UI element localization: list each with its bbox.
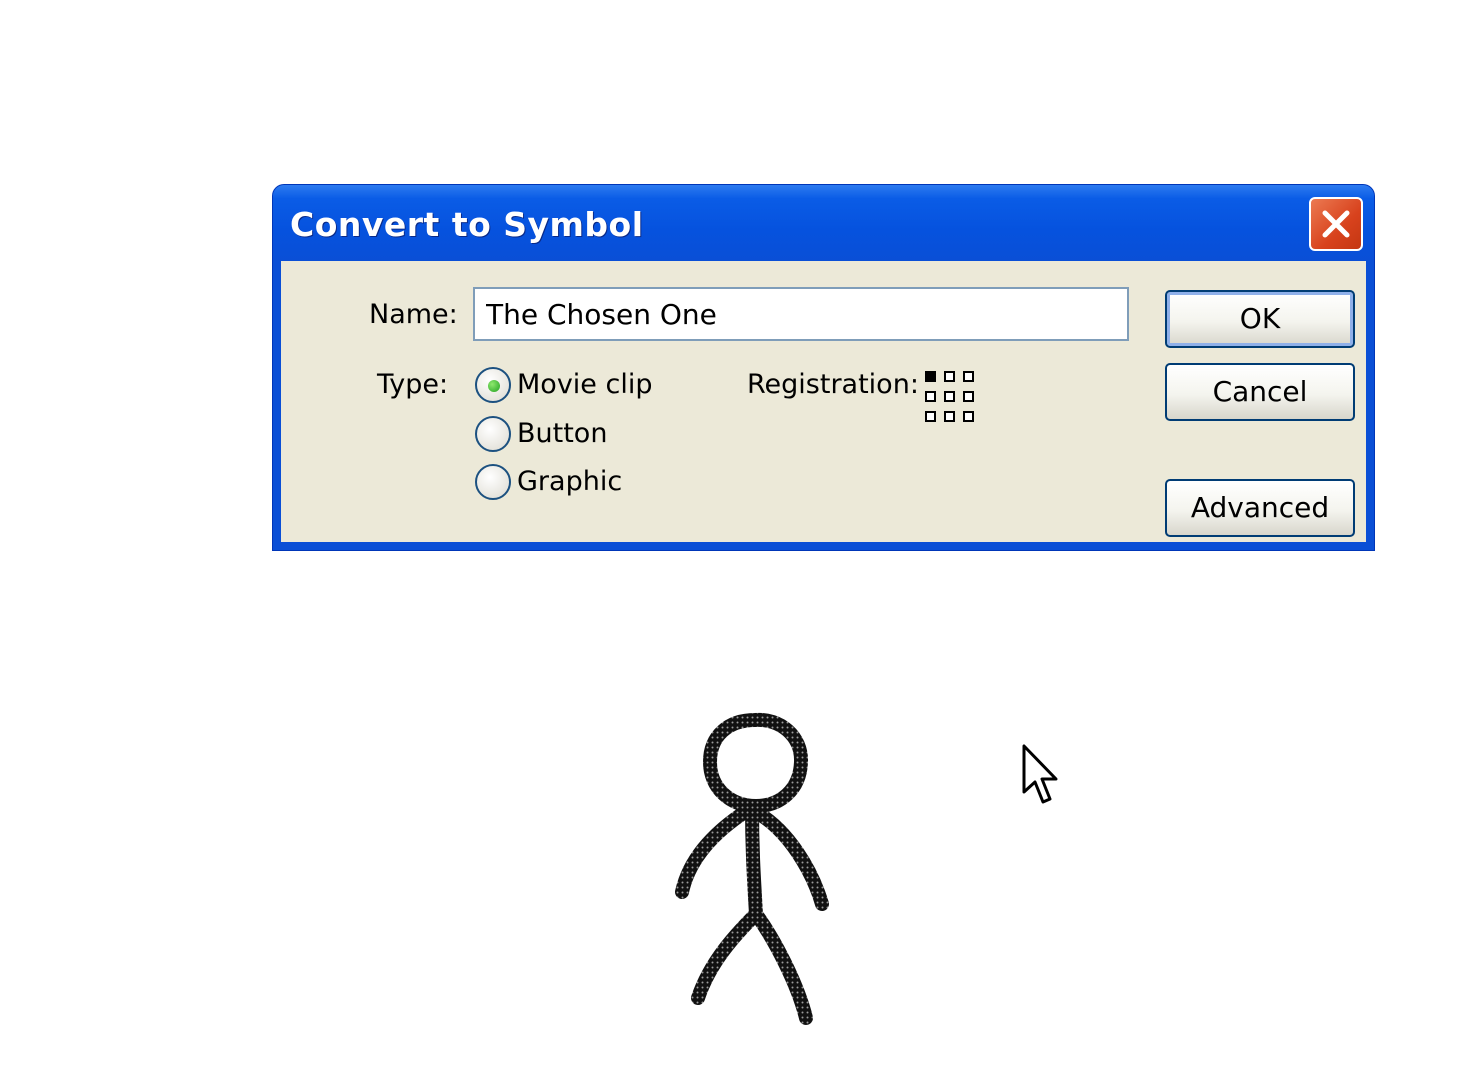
ok-button[interactable]: OK xyxy=(1165,290,1355,348)
radio-label-graphic[interactable]: Graphic xyxy=(517,466,622,497)
registration-point-bottom-left[interactable] xyxy=(925,411,936,422)
registration-point-top-center[interactable] xyxy=(944,371,955,382)
type-label: Type: xyxy=(377,369,449,400)
cancel-button[interactable]: Cancel xyxy=(1165,363,1355,421)
stick-figure[interactable] xyxy=(660,700,850,1040)
registration-grid-icon[interactable] xyxy=(925,371,977,423)
mouse-pointer-icon xyxy=(1022,744,1058,804)
dialog-body: Name: Type: Movie clip Button Graphic Re… xyxy=(281,261,1366,542)
registration-point-middle-right[interactable] xyxy=(963,391,974,402)
registration-point-top-right[interactable] xyxy=(963,371,974,382)
radio-button[interactable] xyxy=(475,416,511,452)
close-icon xyxy=(1322,210,1350,238)
registration-point-bottom-right[interactable] xyxy=(963,411,974,422)
radio-selected-dot xyxy=(488,380,500,392)
name-label: Name: xyxy=(369,299,458,330)
registration-point-center[interactable] xyxy=(944,391,955,402)
registration-point-middle-left[interactable] xyxy=(925,391,936,402)
advanced-button[interactable]: Advanced xyxy=(1165,479,1355,537)
registration-label: Registration: xyxy=(747,369,919,400)
title-bar[interactable]: Convert to Symbol xyxy=(273,185,1374,261)
name-input[interactable] xyxy=(473,287,1129,341)
dialog-title: Convert to Symbol xyxy=(290,205,644,244)
radio-movie-clip[interactable] xyxy=(475,367,511,403)
radio-label-button[interactable]: Button xyxy=(517,418,607,449)
registration-point-top-left[interactable] xyxy=(925,371,936,382)
registration-point-bottom-center[interactable] xyxy=(944,411,955,422)
close-button[interactable] xyxy=(1309,197,1363,251)
convert-to-symbol-dialog: Convert to Symbol Name: Type: Movie clip… xyxy=(272,184,1375,551)
radio-graphic[interactable] xyxy=(475,464,511,500)
radio-label-movie-clip[interactable]: Movie clip xyxy=(517,369,652,400)
